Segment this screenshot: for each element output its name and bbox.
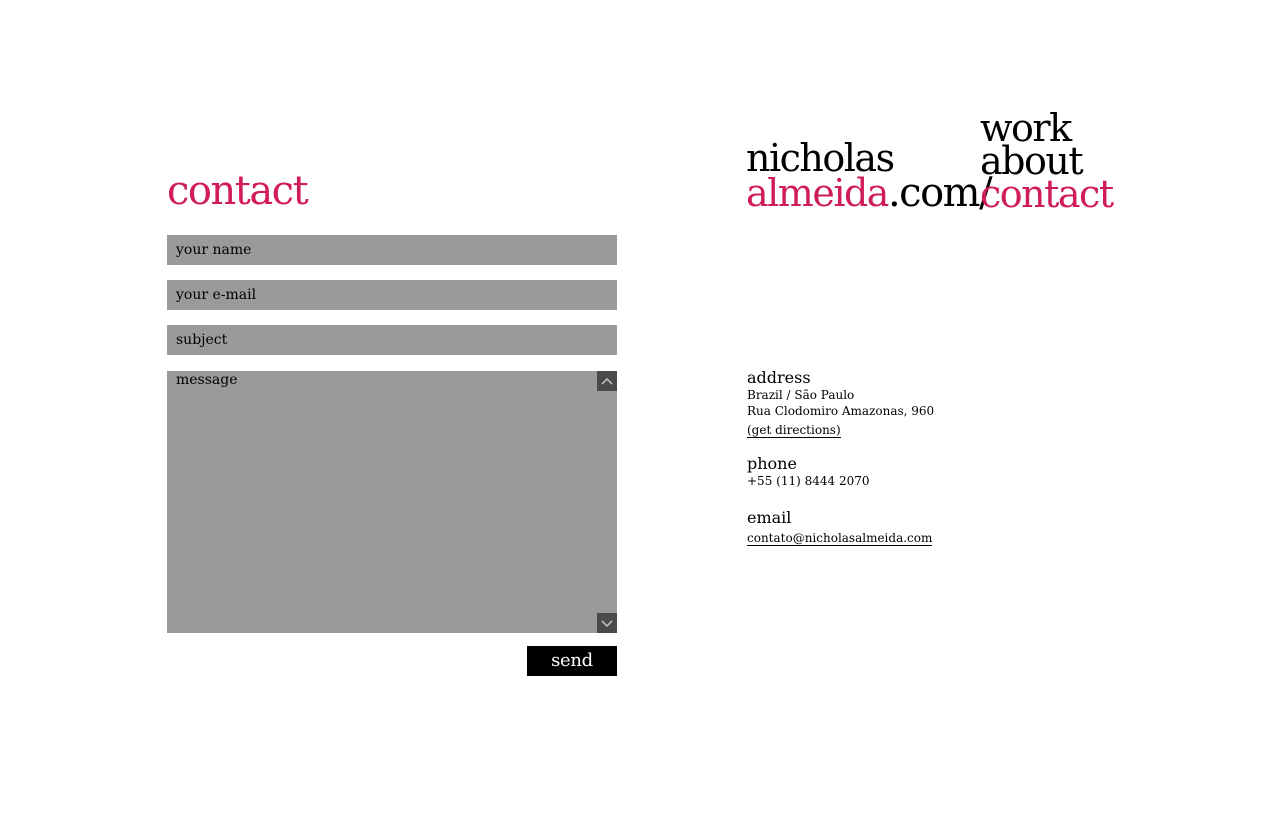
address-block: address Brazil / São Paulo Rua Clodomiro… xyxy=(747,369,934,438)
address-line-2: Rua Clodomiro Amazonas, 960 xyxy=(747,404,935,418)
email-block: email contato@nicholasalmeida.com xyxy=(747,508,933,546)
scroll-up-button[interactable] xyxy=(597,371,617,391)
phone-number: +55 (11) 8444 2070 xyxy=(747,474,870,488)
name-placeholder: your name xyxy=(176,242,252,258)
logo-domain: .com/ xyxy=(887,170,993,216)
address-title: address xyxy=(747,368,811,387)
address-line-1: Brazil / São Paulo xyxy=(747,388,855,402)
phone-title: phone xyxy=(747,454,797,473)
email-placeholder: your e-mail xyxy=(176,287,257,303)
subject-placeholder: subject xyxy=(176,332,228,348)
page-title: contact xyxy=(167,168,309,214)
message-placeholder: message xyxy=(176,372,238,388)
email-input[interactable]: your e-mail xyxy=(167,280,617,310)
message-textarea[interactable]: message xyxy=(167,371,617,633)
nav-item-contact[interactable]: contact xyxy=(980,175,1114,213)
get-directions-link[interactable]: (get directions) xyxy=(747,423,841,438)
chevron-down-icon xyxy=(601,620,613,628)
logo-last-name: almeida xyxy=(746,171,889,215)
main-nav: work about contact xyxy=(980,109,1114,213)
phone-block: phone +55 (11) 8444 2070 xyxy=(747,455,869,489)
logo-second-line: almeida.com/ xyxy=(746,170,993,216)
scroll-down-button[interactable] xyxy=(597,613,617,633)
chevron-up-icon xyxy=(601,377,613,385)
name-input[interactable]: your name xyxy=(167,235,617,265)
subject-input[interactable]: subject xyxy=(167,325,617,355)
send-button[interactable]: send xyxy=(527,646,617,676)
email-title: email xyxy=(747,508,792,527)
email-link[interactable]: contato@nicholasalmeida.com xyxy=(747,531,933,546)
